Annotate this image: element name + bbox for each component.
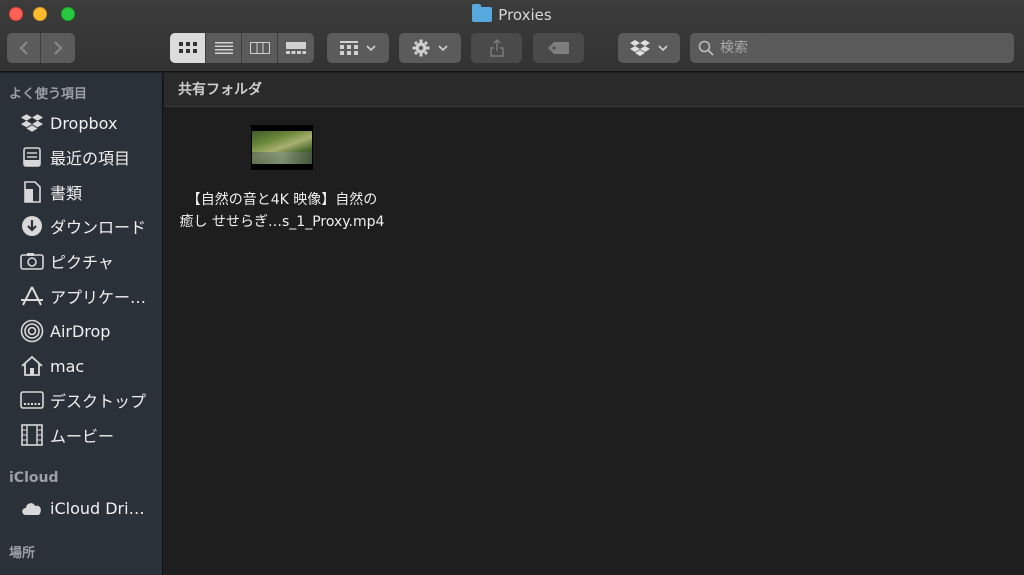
tag-button[interactable] — [533, 33, 584, 63]
sidebar-item-recents[interactable]: 最近の項目 — [0, 140, 163, 174]
sidebar-item-label: ムービー — [50, 427, 115, 446]
download-icon — [20, 214, 44, 238]
view-mode-control — [170, 33, 314, 63]
sidebar-item-desktop[interactable]: デスクトップ — [0, 383, 163, 417]
toolbar: Proxies — [0, 0, 1024, 72]
sidebar-item-label: mac — [50, 356, 85, 376]
columns-icon — [249, 42, 270, 54]
sidebar-item-label: ダウンロード — [50, 218, 147, 237]
sidebar-item-label: デスクトップ — [50, 392, 147, 411]
recents-icon — [20, 145, 44, 169]
gallery-icon — [286, 42, 306, 54]
sidebar-item-label: 書類 — [50, 184, 83, 203]
sidebar-item-pictures[interactable]: ピクチャ — [0, 244, 163, 278]
sidebar-item-movies[interactable]: ムービー — [0, 418, 163, 452]
sidebar-item-label: Dropbox — [50, 113, 118, 133]
file-name: 【自然の音と4K 映像】自然の 癒し せせらぎ…s_1_Proxy.mp4 — [172, 189, 392, 233]
sidebar-item-label: AirDrop — [50, 321, 111, 341]
file-name-line2: 癒し せせらぎ…s_1_Proxy.mp4 — [179, 214, 385, 230]
sidebar-item-dropbox[interactable]: Dropbox — [0, 106, 163, 140]
folder-icon — [472, 4, 493, 22]
sidebar-item-label: ピクチャ — [50, 253, 114, 272]
home-icon — [20, 354, 44, 378]
sidebar-item-documents[interactable]: 書類 — [0, 175, 163, 209]
sidebar-item-label: iCloud Dri… — [50, 498, 145, 518]
window-title-text: Proxies — [498, 6, 552, 24]
chevron-right-icon — [54, 41, 63, 55]
icloud-heading: iCloud — [9, 470, 59, 486]
list-view-button[interactable] — [206, 33, 242, 63]
window-title: Proxies — [0, 4, 1024, 26]
dropbox-icon — [630, 40, 650, 56]
path-header: 共有フォルダ — [164, 73, 1024, 107]
group-by-button[interactable] — [327, 33, 389, 63]
video-thumbnail-icon — [251, 125, 313, 170]
applications-icon — [20, 284, 44, 308]
share-icon — [489, 39, 504, 57]
file-browser: 共有フォルダ 【自然の音と4K 映像】自然の 癒し せせらぎ…s_1_Proxy… — [164, 73, 1024, 575]
forward-button[interactable] — [41, 33, 75, 63]
search-field[interactable] — [690, 33, 1014, 63]
share-button[interactable] — [471, 33, 522, 63]
sidebar-item-applications[interactable]: アプリケー… — [0, 279, 163, 313]
documents-icon — [20, 180, 44, 204]
sidebar-item-label: 最近の項目 — [50, 149, 131, 168]
gallery-view-button[interactable] — [278, 33, 314, 63]
airdrop-icon — [20, 319, 44, 343]
locations-heading: 場所 — [9, 546, 36, 561]
file-name-line1: 【自然の音と4K 映像】自然の — [186, 192, 378, 208]
nav-buttons — [7, 33, 75, 63]
tag-icon — [547, 42, 569, 54]
sidebar-item-label: アプリケー… — [50, 288, 147, 307]
action-button[interactable] — [399, 33, 461, 63]
column-view-button[interactable] — [242, 33, 278, 63]
chevron-down-icon — [366, 45, 376, 52]
cloud-icon — [20, 496, 44, 520]
chevron-down-icon — [658, 45, 668, 52]
search-input[interactable] — [720, 40, 1000, 56]
sidebar-item-icloud-drive[interactable]: iCloud Dri… — [0, 491, 163, 525]
chevron-left-icon — [19, 41, 28, 55]
grid-icon — [178, 42, 197, 53]
dropbox-menu-button[interactable] — [618, 33, 680, 63]
group-grid-icon — [340, 41, 358, 55]
sidebar: よく使う項目 Dropbox 最近の項目 書類 ダウンロード ピクチャ アプリケ… — [0, 73, 163, 575]
favorites-heading: よく使う項目 — [9, 87, 88, 102]
movie-icon — [20, 423, 44, 447]
dropbox-icon — [20, 111, 44, 135]
gear-icon — [412, 39, 430, 57]
sidebar-item-airdrop[interactable]: AirDrop — [0, 314, 163, 348]
search-icon — [698, 40, 714, 56]
camera-icon — [20, 249, 44, 273]
desktop-icon — [20, 388, 44, 412]
sidebar-item-downloads[interactable]: ダウンロード — [0, 209, 163, 243]
sidebar-item-home[interactable]: mac — [0, 349, 163, 383]
icon-view-button[interactable] — [170, 33, 206, 63]
list-icon — [214, 42, 233, 54]
back-button[interactable] — [7, 33, 41, 63]
chevron-down-icon — [438, 45, 448, 52]
